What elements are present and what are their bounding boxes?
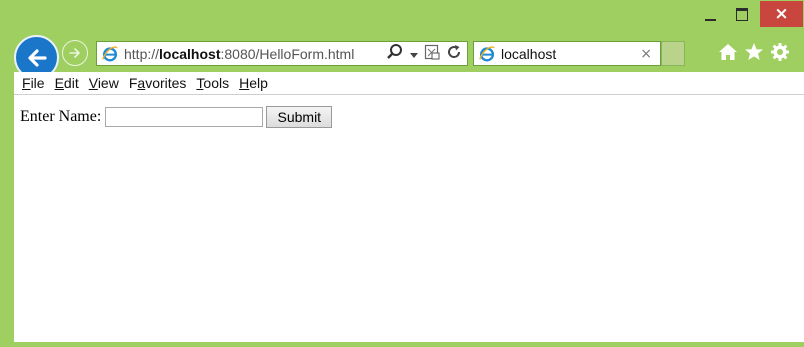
- close-icon: ×: [774, 3, 789, 24]
- enter-name-label: Enter Name:: [20, 108, 102, 125]
- tab-localhost[interactable]: localhost ×: [473, 41, 661, 66]
- favorites-star-icon[interactable]: [744, 42, 764, 66]
- tab-close-icon[interactable]: ×: [640, 46, 652, 62]
- ie-logo-icon: [100, 44, 120, 64]
- refresh-icon[interactable]: [446, 44, 462, 64]
- close-window-button[interactable]: ×: [760, 1, 803, 27]
- submit-button[interactable]: Submit: [266, 106, 333, 128]
- minimize-icon: [704, 18, 716, 21]
- settings-gear-icon[interactable]: [770, 42, 790, 66]
- tab-ie-logo-icon: [477, 44, 497, 64]
- menu-help[interactable]: Help: [239, 75, 268, 91]
- menu-edit[interactable]: Edit: [55, 75, 79, 91]
- maximize-button[interactable]: [727, 0, 757, 29]
- new-tab-button[interactable]: [661, 41, 685, 66]
- menu-tools[interactable]: Tools: [196, 75, 229, 91]
- maximize-icon: [736, 8, 748, 21]
- menu-bar: File Edit View Favorites Tools Help: [14, 72, 804, 95]
- compatibility-view-icon[interactable]: [424, 44, 440, 64]
- browser-window: × http://localhost:8080/HelloForm.html l…: [0, 0, 804, 347]
- hello-form: Enter Name: Submit: [20, 106, 333, 128]
- name-input[interactable]: [105, 107, 264, 127]
- menu-file[interactable]: File: [22, 75, 45, 91]
- dropdown-arrow-icon[interactable]: [410, 44, 418, 63]
- address-bar[interactable]: http://localhost:8080/HelloForm.html: [96, 41, 468, 66]
- forward-button[interactable]: [62, 40, 88, 66]
- forward-arrow-icon: [69, 48, 80, 58]
- menu-view[interactable]: View: [89, 75, 119, 91]
- menu-favorites[interactable]: Favorites: [129, 75, 187, 91]
- page-content: Enter Name: Submit: [14, 95, 804, 342]
- tab-title: localhost: [501, 45, 557, 62]
- home-icon[interactable]: [718, 42, 738, 66]
- back-arrow-icon: [27, 48, 47, 67]
- minimize-button[interactable]: [694, 0, 726, 29]
- url-text: http://localhost:8080/HelloForm.html: [124, 45, 355, 62]
- search-icon[interactable]: [386, 43, 404, 65]
